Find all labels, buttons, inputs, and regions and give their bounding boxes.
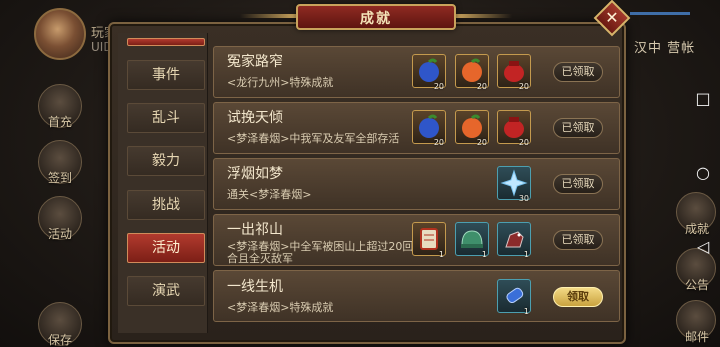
claimed-button[interactable]: 已领取: [553, 118, 603, 138]
claimed-button[interactable]: 已领取: [553, 174, 603, 194]
mail-label: 邮件: [684, 330, 709, 344]
tab-challenge[interactable]: 挑战: [127, 190, 205, 220]
tab-events[interactable]: 事件: [127, 60, 205, 90]
achievement-desc: 通关<梦泽春烟>: [227, 188, 312, 201]
achievement-desc: <龙行九州>特殊成就: [227, 76, 334, 89]
reward-count: 20: [476, 138, 487, 147]
reward-count: 1: [523, 307, 529, 316]
achievement-title: 一出祁山: [227, 222, 283, 238]
first-charge-label: 首充: [47, 115, 72, 129]
achievement-desc: <梦泽春烟>中我军及友军全部存活: [227, 132, 400, 145]
achievement-title: 试挽天倾: [227, 110, 283, 126]
recent-apps-icon[interactable]: □: [692, 88, 714, 110]
achievement-title: 冤家路窄: [227, 54, 283, 70]
tab-drill[interactable]: 演武: [127, 276, 205, 306]
achievement-desc: <梦泽春烟>特殊成就: [227, 301, 334, 314]
reward-count: 20: [476, 82, 487, 91]
notice-label: 公告: [684, 278, 709, 292]
reward-count: 1: [481, 250, 487, 259]
close-icon[interactable]: ✕: [599, 5, 625, 31]
reward-count: 1: [438, 250, 444, 259]
claimed-button[interactable]: 已领取: [553, 62, 603, 82]
achievements-hud-label: 成就: [684, 222, 709, 236]
game-screen: 玩家 UID 汉中 营帐 首充 签到 活动 保存 成就 公告 邮件 □ ○ ◁ …: [0, 0, 720, 347]
reward-count: 20: [518, 138, 529, 147]
sign-in-label: 签到: [47, 171, 72, 185]
title-ornament-left: [240, 14, 296, 18]
home-icon[interactable]: ○: [692, 162, 714, 184]
tab-brawl[interactable]: 乱斗: [127, 103, 205, 133]
claimed-button[interactable]: 已领取: [553, 230, 603, 250]
events-label: 活动: [47, 227, 72, 241]
reward-count: 1: [523, 250, 529, 259]
tab-perseverance[interactable]: 毅力: [127, 146, 205, 176]
claim-button[interactable]: 领取: [553, 287, 603, 307]
location-label: 汉中 营帐: [634, 41, 696, 56]
tab-activity[interactable]: 活动: [127, 233, 205, 263]
reward-count: 30: [518, 194, 529, 203]
tab-hidden-above[interactable]: [127, 38, 205, 46]
achievement-desc: <梦泽春烟>中全军被困山上超过20回合且全灭敌军: [227, 240, 414, 265]
achievement-title: 一线生机: [227, 279, 283, 295]
save-label: 保存: [47, 333, 72, 347]
title-ornament-right: [456, 14, 512, 18]
back-icon[interactable]: ◁: [692, 236, 714, 258]
top-resource-bar: [630, 12, 690, 15]
player-avatar[interactable]: [34, 8, 86, 60]
modal-title: 成就: [360, 11, 392, 27]
achievement-title: 浮烟如梦: [227, 166, 283, 182]
reward-count: 20: [518, 82, 529, 91]
reward-count: 20: [433, 138, 444, 147]
reward-count: 20: [433, 82, 444, 91]
